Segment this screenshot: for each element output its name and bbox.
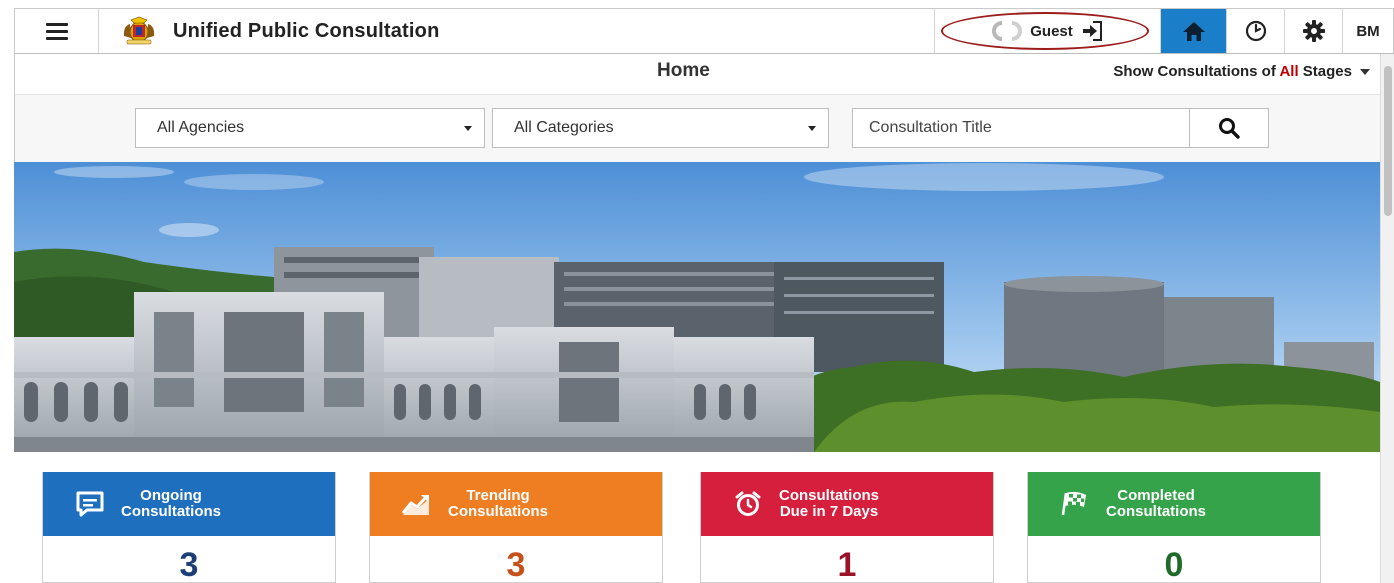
page-scrollbar[interactable] xyxy=(1380,54,1394,583)
stage-filter-value: All xyxy=(1279,63,1299,80)
consultation-title-search-input[interactable] xyxy=(852,108,1190,148)
app-title: Unified Public Consultation xyxy=(173,19,440,42)
hamburger-icon xyxy=(45,19,68,44)
hero-banner-image xyxy=(14,162,1380,452)
ongoing-consultations-card[interactable]: Ongoing Consultations 3 xyxy=(42,472,336,583)
card-count: 0 xyxy=(1164,546,1184,583)
agency-select-value: All Agencies xyxy=(157,119,245,136)
alarm-clock-icon xyxy=(731,489,765,519)
scrollbar-thumb[interactable] xyxy=(1384,66,1392,216)
caret-down-icon xyxy=(808,125,816,131)
message-icon xyxy=(73,489,107,519)
card-count: 3 xyxy=(506,546,526,583)
category-select[interactable]: All Categories xyxy=(492,108,829,148)
filter-bar: All Agencies All Categories xyxy=(14,94,1394,162)
page-header: Home Show Consultations of All Stages xyxy=(14,54,1394,94)
stage-filter-suffix: Stages xyxy=(1302,63,1352,80)
language-toggle[interactable]: BM xyxy=(1343,9,1393,53)
stage-filter-dropdown[interactable]: Show Consultations of All Stages xyxy=(1113,63,1370,80)
card-header: Completed Consultations xyxy=(1028,472,1320,536)
home-button[interactable] xyxy=(1161,9,1227,53)
brand[interactable]: Unified Public Consultation xyxy=(99,9,935,53)
completed-consultations-card[interactable]: Completed Consultations 0 xyxy=(1027,472,1321,583)
top-navigation-bar: Unified Public Consultation Guest BM xyxy=(14,8,1394,54)
menu-toggle-button[interactable] xyxy=(15,9,99,53)
page-title: Home xyxy=(657,60,710,81)
card-count: 1 xyxy=(837,546,857,583)
due-in-7-days-card[interactable]: Consultations Due in 7 Days 1 xyxy=(700,472,994,583)
stage-filter-prefix: Show Consultations of xyxy=(1113,63,1276,80)
settings-button[interactable] xyxy=(1285,9,1343,53)
card-title: Trending Consultations xyxy=(448,487,548,520)
caret-down-icon xyxy=(464,125,472,131)
card-title: Ongoing Consultations xyxy=(121,487,221,520)
card-title: Completed Consultations xyxy=(1106,487,1206,520)
highlight-circle xyxy=(941,12,1149,50)
history-button[interactable] xyxy=(1227,9,1285,53)
coat-of-arms-logo xyxy=(123,16,155,45)
caret-down-icon xyxy=(1360,68,1370,75)
home-icon xyxy=(1182,22,1205,41)
gear-icon xyxy=(1302,20,1325,42)
card-header: Ongoing Consultations xyxy=(43,472,335,536)
guest-login-area[interactable]: Guest xyxy=(935,9,1161,53)
card-header: Trending Consultations xyxy=(370,472,662,536)
trending-consultations-card[interactable]: Trending Consultations 3 xyxy=(369,472,663,583)
search-icon xyxy=(1219,118,1240,139)
clock-icon xyxy=(1245,20,1266,42)
loading-spinner-icon xyxy=(992,21,1023,41)
checkered-flag-icon xyxy=(1058,489,1092,519)
card-header: Consultations Due in 7 Days xyxy=(701,472,993,536)
trend-chart-icon xyxy=(400,489,434,519)
category-select-value: All Categories xyxy=(514,119,614,136)
search-button[interactable] xyxy=(1189,108,1269,148)
agency-select[interactable]: All Agencies xyxy=(135,108,485,148)
card-title: Consultations Due in 7 Days xyxy=(779,487,879,520)
card-count: 3 xyxy=(179,546,199,583)
